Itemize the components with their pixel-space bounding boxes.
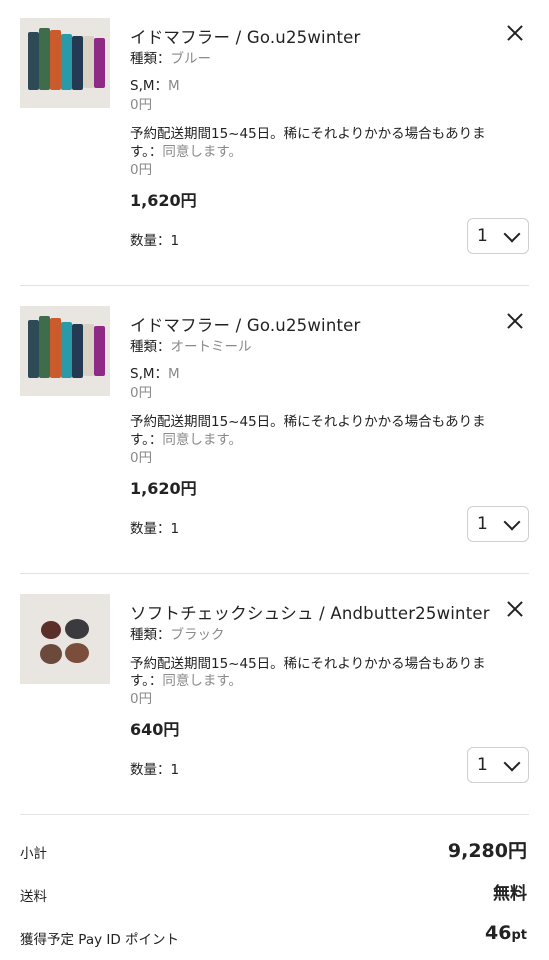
points-value: 46pt — [485, 922, 527, 944]
reservation-consent: す。：同意します。 — [130, 669, 242, 689]
shipping-value: 無料 — [493, 884, 527, 904]
points-unit: pt — [511, 928, 527, 943]
shipping-row: 送料 無料 — [20, 879, 529, 909]
reservation-option-price: 0円 — [130, 450, 153, 466]
reservation-notice: 予約配送期間15~45日。稀にそれよりかかる場合もありま — [130, 414, 486, 430]
divider — [20, 814, 529, 815]
reservation-consent: す。：同意します。 — [130, 428, 242, 448]
variant-type-value: ブルー — [170, 51, 212, 67]
product-thumbnail[interactable] — [20, 306, 110, 396]
subtotal-label: 小計 — [20, 846, 47, 862]
variant-type: 種類：オートミール — [130, 335, 252, 355]
reservation-consent-value: 同意します。 — [162, 432, 243, 448]
size-option-price: 0円 — [130, 385, 153, 401]
product-title[interactable]: イドマフラー / Go.u25winter — [130, 312, 360, 336]
reservation-consent-value: 同意します。 — [162, 144, 243, 160]
chevron-down-icon — [503, 513, 521, 531]
quantity-select[interactable]: 1 — [467, 747, 529, 783]
reservation-notice: 予約配送期間15~45日。稀にそれよりかかる場合もありま — [130, 126, 486, 142]
close-icon[interactable] — [504, 310, 526, 332]
product-title[interactable]: イドマフラー / Go.u25winter — [130, 24, 360, 48]
subtotal-value: 9,280円 — [447, 840, 527, 862]
variant-size: S,M：M — [130, 362, 180, 382]
quantity-label: 数量：1 — [130, 233, 180, 249]
quantity-select-value: 1 — [477, 226, 488, 246]
divider — [20, 573, 529, 574]
variant-size-value: M — [168, 78, 180, 94]
quantity-label: 数量：1 — [130, 521, 180, 537]
quantity-select-value: 1 — [477, 514, 488, 534]
quantity-select[interactable]: 1 — [467, 218, 529, 254]
reservation-consent: す。：同意します。 — [130, 140, 242, 160]
variant-size: S,M：M — [130, 74, 180, 94]
variant-size-label: S,M： — [130, 366, 169, 382]
points-number: 46 — [485, 922, 512, 944]
reservation-option-price: 0円 — [130, 691, 153, 707]
size-option-price: 0円 — [130, 97, 153, 113]
quantity-select-value: 1 — [477, 755, 488, 775]
variant-type-label: 種類： — [130, 339, 171, 355]
shipping-label: 送料 — [20, 889, 47, 905]
variant-type: 種類：ブラック — [130, 623, 225, 643]
item-price: 640円 — [130, 720, 180, 739]
close-icon[interactable] — [504, 22, 526, 44]
close-icon[interactable] — [504, 598, 526, 620]
points-label: 獲得予定 Pay ID ポイント — [20, 932, 180, 948]
variant-type-label: 種類： — [130, 51, 171, 67]
product-title[interactable]: ソフトチェックシュシュ / Andbutter25winter — [130, 600, 490, 624]
variant-type: 種類：ブルー — [130, 47, 211, 67]
variant-type-label: 種類： — [130, 627, 171, 643]
points-row: 獲得予定 Pay ID ポイント 46pt — [20, 922, 529, 952]
chevron-down-icon — [503, 225, 521, 243]
divider — [20, 285, 529, 286]
item-price: 1,620円 — [130, 191, 197, 210]
quantity-select[interactable]: 1 — [467, 506, 529, 542]
variant-size-value: M — [168, 366, 180, 382]
reservation-consent-value: 同意します。 — [162, 673, 243, 689]
subtotal-row: 小計 9,280円 — [20, 836, 529, 866]
quantity-label: 数量：1 — [130, 762, 180, 778]
chevron-down-icon — [503, 754, 521, 772]
item-price: 1,620円 — [130, 479, 197, 498]
variant-size-label: S,M： — [130, 78, 169, 94]
product-thumbnail[interactable] — [20, 18, 110, 108]
product-thumbnail[interactable] — [20, 594, 110, 684]
reservation-option-price: 0円 — [130, 162, 153, 178]
variant-type-value: オートミール — [170, 339, 252, 355]
variant-type-value: ブラック — [170, 627, 225, 643]
